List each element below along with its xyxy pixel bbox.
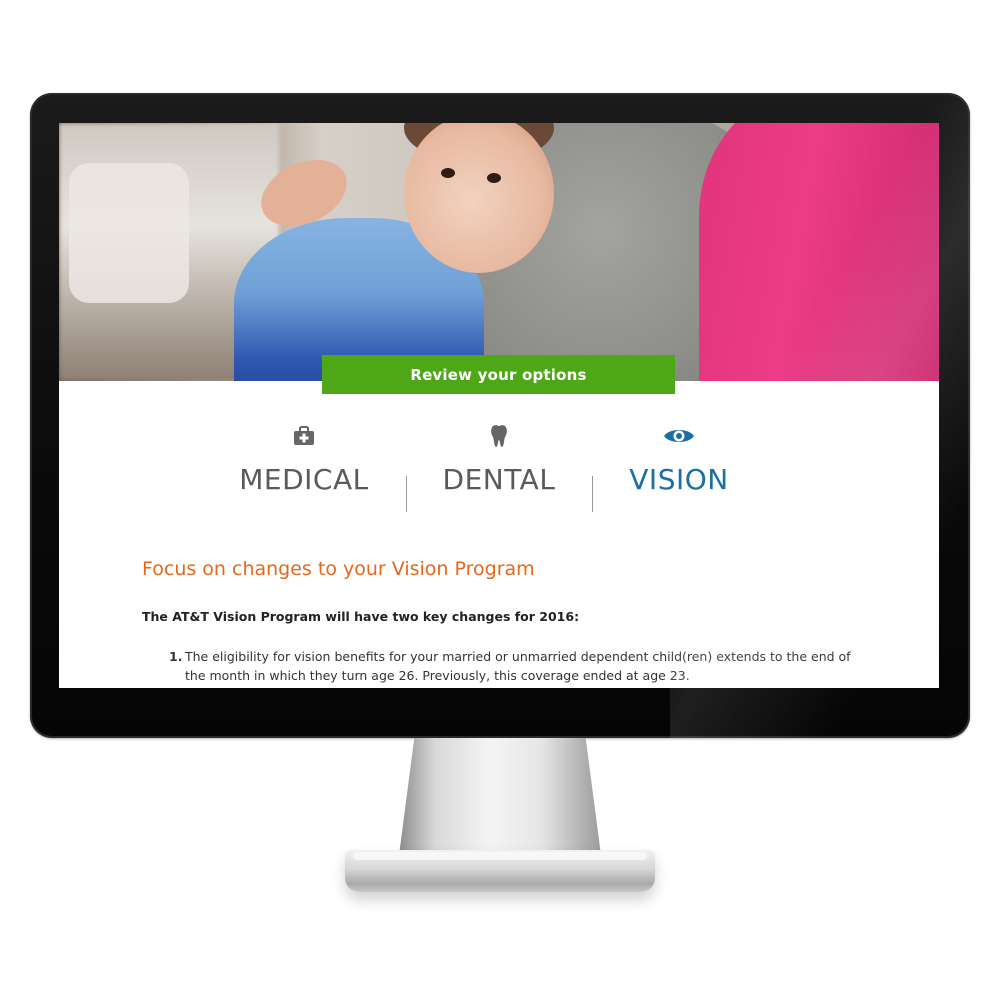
section-heading: Focus on changes to your Vision Program [142, 558, 535, 580]
monitor-bezel: Review your options MEDICAL DENTAL VISIO… [30, 93, 970, 738]
intro-text: The AT&T Vision Program will have two ke… [142, 609, 580, 624]
tab-vision[interactable]: VISION [614, 423, 744, 496]
hero-image [59, 123, 939, 381]
eye-icon [663, 423, 695, 449]
tab-dental[interactable]: DENTAL [434, 423, 564, 496]
list-item-number: 1. [169, 649, 183, 664]
monitor-screen: Review your options MEDICAL DENTAL VISIO… [59, 123, 939, 688]
tab-dental-label: DENTAL [442, 463, 556, 496]
tab-vision-label: VISION [629, 463, 729, 496]
list-item-text: The eligibility for vision benefits for … [185, 649, 851, 683]
medical-kit-icon [293, 423, 315, 449]
tab-medical[interactable]: MEDICAL [239, 423, 369, 496]
stage: Review your options MEDICAL DENTAL VISIO… [0, 0, 1000, 1000]
monitor-stand-base [345, 850, 655, 892]
tooth-icon [490, 423, 508, 449]
changes-list: 1. The eligibility for vision benefits f… [169, 647, 869, 685]
tab-divider [592, 476, 593, 512]
benefit-tabs: MEDICAL DENTAL VISION [59, 423, 939, 523]
tab-medical-label: MEDICAL [239, 463, 369, 496]
review-options-button[interactable]: Review your options [322, 355, 675, 394]
list-item: 1. The eligibility for vision benefits f… [169, 647, 869, 685]
tab-divider [406, 476, 407, 512]
monitor-stand-neck [398, 738, 602, 863]
